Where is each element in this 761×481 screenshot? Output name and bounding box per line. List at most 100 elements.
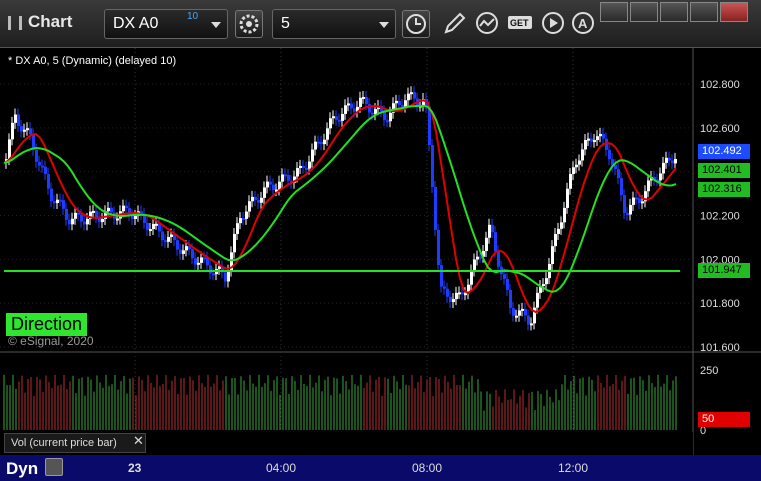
dynamic-label[interactable]: Dyn — [6, 459, 38, 479]
candle-body — [524, 308, 527, 316]
candle-body — [473, 259, 476, 271]
candle-body — [179, 249, 182, 254]
candle-body — [668, 157, 671, 161]
candle-body — [161, 231, 164, 241]
candle-body — [554, 233, 557, 247]
get-icon[interactable]: GET — [506, 10, 534, 38]
candle-body — [314, 141, 317, 150]
candle-body — [176, 240, 179, 250]
candle-body — [413, 92, 416, 99]
candle-body — [449, 296, 452, 303]
candle-body — [566, 188, 569, 208]
candle-body — [404, 100, 407, 107]
candle-body — [164, 240, 167, 243]
candle-body — [278, 181, 281, 190]
chevron-down-icon — [379, 22, 389, 28]
candle-body — [563, 207, 566, 223]
candle-body — [53, 201, 56, 204]
settings-gear-icon[interactable] — [235, 10, 263, 38]
candle-body — [455, 292, 458, 300]
price-tick-label: 101.800 — [700, 298, 740, 310]
alert-icon[interactable]: A — [570, 10, 598, 38]
candle-body — [458, 292, 461, 295]
candle-body — [569, 173, 572, 189]
candle-body — [434, 187, 437, 230]
candle-body — [266, 181, 269, 188]
candle-body — [26, 128, 29, 131]
candle-body — [41, 165, 44, 168]
candle-body — [638, 198, 641, 204]
window-maximize-button[interactable] — [690, 2, 718, 22]
candle-body — [401, 104, 404, 107]
candle-body — [47, 174, 50, 189]
candle-body — [83, 221, 86, 225]
candle-body — [410, 92, 413, 95]
candle-body — [233, 233, 236, 253]
candle-body — [338, 119, 341, 122]
candle-body — [545, 278, 548, 285]
candle-body — [248, 201, 251, 212]
candle-body — [620, 178, 623, 196]
candle-body — [476, 256, 479, 260]
lock-icon[interactable] — [45, 458, 63, 476]
candle-body — [59, 199, 62, 202]
close-icon[interactable]: ✕ — [133, 433, 144, 449]
candle-body — [662, 162, 665, 174]
candle-body — [8, 139, 11, 160]
candle-body — [560, 222, 563, 229]
candle-body — [542, 284, 545, 287]
window-restore-button[interactable] — [630, 2, 658, 22]
candle-body — [125, 205, 128, 209]
app-title: Chart — [28, 12, 73, 31]
candle-body — [512, 308, 515, 316]
candle-body — [617, 169, 620, 179]
candle-body — [110, 207, 113, 213]
candle-body — [254, 196, 257, 200]
candle-body — [443, 286, 446, 289]
candle-body — [578, 160, 581, 165]
play-icon[interactable] — [540, 10, 568, 38]
candle-body — [308, 161, 311, 169]
price-chart[interactable]: 102.800102.600102.400102.200102.000101.8… — [0, 48, 761, 455]
clock-icon[interactable] — [402, 10, 430, 38]
price-tick-label: 102.600 — [700, 123, 740, 135]
window-minimize-button[interactable] — [660, 2, 688, 22]
candle-body — [200, 257, 203, 263]
candle-body — [167, 237, 170, 242]
candle-body — [497, 251, 500, 267]
candle-body — [596, 136, 599, 141]
app-menu-icon[interactable] — [8, 16, 22, 30]
window-menu-button[interactable] — [600, 2, 628, 22]
candle-body — [518, 310, 521, 316]
candle-body — [116, 218, 119, 221]
ma-green-price-tag: 102.316 — [698, 182, 750, 198]
candle-body — [452, 299, 455, 303]
candle-body — [365, 96, 368, 105]
candle-body — [632, 197, 635, 205]
interval-select[interactable]: 5 — [272, 9, 396, 39]
candle-body — [602, 133, 605, 139]
volume-study-label[interactable]: Vol (current price bar) — [4, 433, 146, 453]
candle-body — [299, 165, 302, 169]
window-close-button[interactable] — [720, 2, 748, 22]
candle-body — [14, 114, 17, 123]
candle-body — [329, 118, 332, 129]
candle-body — [185, 246, 188, 251]
candle-body — [95, 210, 98, 218]
chevron-down-icon — [211, 22, 221, 28]
candle-body — [341, 113, 344, 121]
symbol-badge: 10 — [187, 11, 199, 22]
candle-body — [68, 219, 71, 225]
candle-body — [521, 308, 524, 311]
candle-body — [92, 210, 95, 213]
candle-body — [122, 205, 125, 212]
pencil-icon[interactable] — [440, 10, 468, 38]
symbol-select[interactable]: DX A0 10 — [104, 9, 228, 39]
candle-body — [362, 96, 365, 99]
candle-body — [599, 133, 602, 137]
candle-body — [101, 218, 104, 223]
candle-body — [629, 204, 632, 215]
candle-body — [257, 199, 260, 203]
candle-body — [488, 224, 491, 238]
study-icon[interactable] — [474, 10, 502, 38]
